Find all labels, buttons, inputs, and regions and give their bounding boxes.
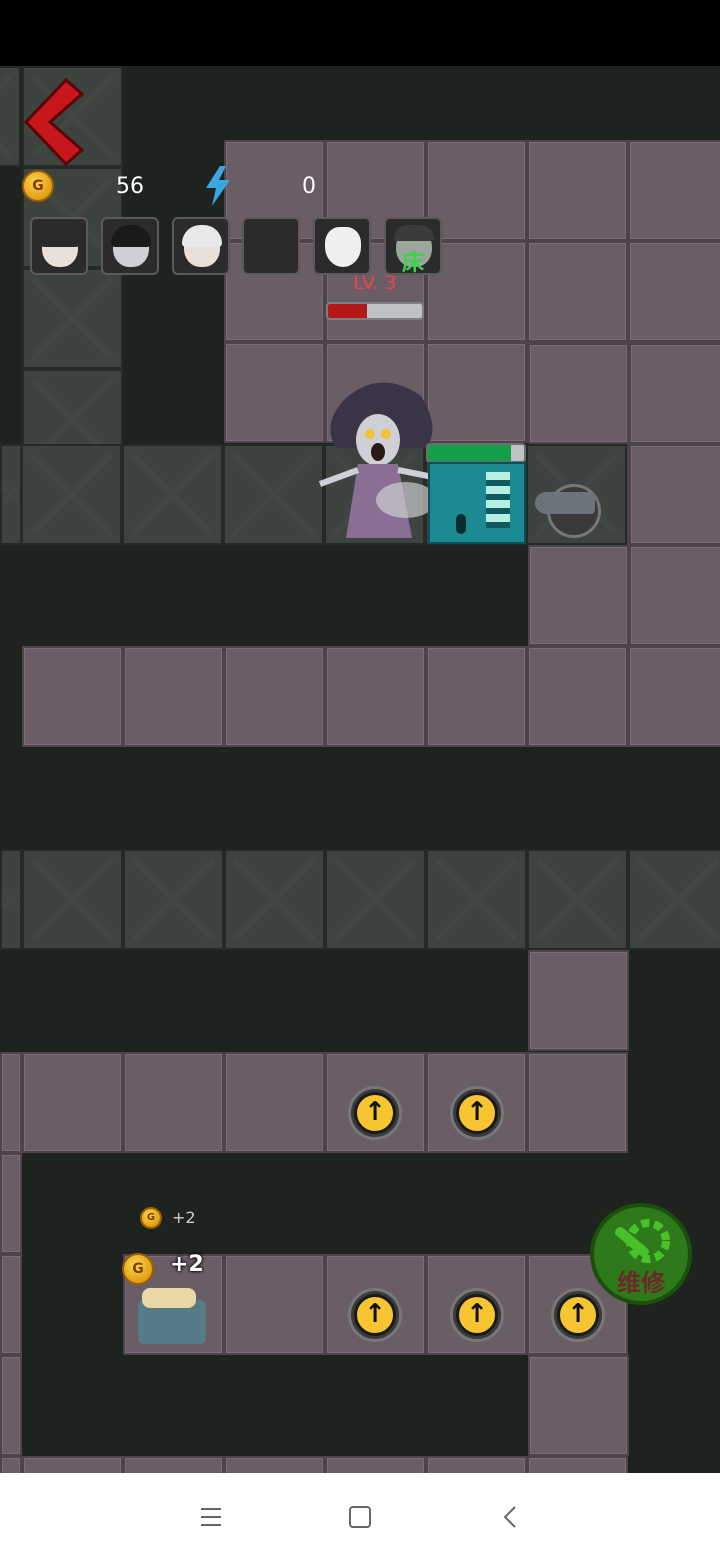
boy-portrait[interactable]	[30, 217, 88, 275]
bed-pillow	[142, 1288, 196, 1308]
arrow-up-icon: ↑	[354, 1092, 396, 1134]
floor-tile	[0, 1153, 22, 1254]
floor-tile	[629, 545, 720, 646]
system-nav-bar	[0, 1473, 720, 1560]
floor-tile	[22, 1456, 123, 1473]
floor-tile	[0, 849, 22, 950]
floor-tile	[122, 444, 223, 545]
smoke-puff	[376, 482, 436, 518]
floor-tile	[527, 1052, 628, 1153]
back-button[interactable]	[22, 78, 88, 166]
floor-tile	[528, 1355, 629, 1456]
floor-tile	[0, 1456, 22, 1473]
upgrade-slot-3[interactable]: ↑	[334, 1266, 414, 1346]
home-icon[interactable]	[340, 1501, 380, 1533]
floor-tile	[224, 1052, 325, 1153]
fox-mask	[325, 227, 361, 267]
coin-icon: G	[122, 1253, 154, 1285]
floor-tile	[527, 140, 628, 241]
floor-tile	[528, 545, 629, 646]
floor-tile	[426, 646, 527, 747]
lightning-icon	[206, 166, 230, 206]
floor-tile	[22, 1052, 123, 1153]
door-vents	[486, 472, 510, 528]
door-hp-bar	[426, 443, 526, 463]
floor-tile	[0, 1355, 22, 1456]
floor-tile	[527, 241, 628, 342]
floor-tile	[325, 646, 426, 747]
floor-tile	[223, 444, 324, 545]
income-floating-text: +2	[172, 1208, 196, 1227]
floor-tile	[224, 849, 325, 950]
floor-tile	[629, 343, 720, 444]
hud: G 56 0	[22, 166, 442, 208]
menu-icon[interactable]	[191, 1501, 231, 1533]
floor-tile	[224, 1254, 325, 1355]
girl-hair	[111, 225, 151, 247]
repair-button[interactable]: 维修	[590, 1203, 692, 1305]
girl-portrait[interactable]	[101, 217, 159, 275]
floor-tile	[0, 66, 21, 167]
floor-tile	[528, 950, 629, 1051]
grandma-portrait[interactable]	[172, 217, 230, 275]
floor-tile	[629, 444, 720, 545]
floor-tile	[22, 849, 123, 950]
upgrade-slot-4[interactable]: ↑	[436, 1266, 516, 1346]
back-nav-icon[interactable]	[491, 1501, 531, 1533]
floor-tile	[224, 646, 325, 747]
floor-tile	[0, 1254, 22, 1355]
door[interactable]	[428, 462, 526, 544]
arrow-up-icon: ↑	[456, 1294, 498, 1336]
energy-count: 0	[302, 174, 316, 199]
cannon-turret[interactable]	[533, 462, 613, 542]
ghost-hp-bar	[326, 302, 424, 320]
floor-tile	[325, 1456, 426, 1473]
floor-tile	[527, 1456, 628, 1473]
coin-count: 56	[116, 174, 144, 199]
floor-tile	[628, 140, 720, 241]
floor-tile	[325, 849, 426, 950]
fox-mask-portrait[interactable]	[313, 217, 371, 275]
arrow-up-icon: ↑	[456, 1092, 498, 1134]
floor-tile	[628, 646, 720, 747]
ghost-hp-fill	[328, 304, 368, 318]
arrow-up-icon: ↑	[354, 1294, 396, 1336]
floor-tile	[426, 849, 527, 950]
repair-label: 维修	[617, 1269, 665, 1297]
floor-tile	[527, 646, 628, 747]
empty-slot[interactable]	[242, 217, 300, 275]
ghost-level: LV. 3	[353, 272, 397, 294]
cannon-barrel	[535, 492, 595, 514]
floor-tile	[628, 241, 720, 342]
floor-tile	[123, 1052, 224, 1153]
floor-tile	[123, 849, 224, 950]
floor-tile	[224, 342, 325, 443]
sleeping-girl-portrait[interactable]: 床	[384, 217, 442, 276]
boy-hair	[40, 225, 80, 247]
floor-tile	[22, 268, 123, 369]
sleeping-girl-hair	[394, 225, 434, 241]
floor-tile	[527, 849, 628, 950]
floor-tile	[0, 1052, 22, 1153]
floor-tile	[628, 849, 720, 950]
chevron-left-icon	[23, 78, 85, 166]
floor-tile	[224, 1456, 325, 1473]
floor-tile	[528, 343, 629, 444]
upgrade-slot-2[interactable]: ↑	[436, 1064, 516, 1144]
grandma-hair	[182, 225, 222, 247]
coin-icon: G	[140, 1207, 162, 1229]
floor-tile	[123, 1456, 224, 1473]
keyhole-icon	[456, 514, 466, 534]
status-bar	[0, 0, 720, 66]
floor-tile	[0, 444, 22, 545]
floor-tile	[21, 444, 122, 545]
floor-tile	[426, 1456, 527, 1473]
upgrade-slot-1[interactable]: ↑	[334, 1064, 414, 1144]
coin-icon: G	[22, 170, 54, 202]
bed-income-text: +2	[170, 1252, 204, 1277]
floor-tile	[123, 646, 224, 747]
door-hp-fill	[428, 445, 511, 461]
floor-tile	[22, 646, 123, 747]
arrow-up-icon: ↑	[557, 1294, 599, 1336]
